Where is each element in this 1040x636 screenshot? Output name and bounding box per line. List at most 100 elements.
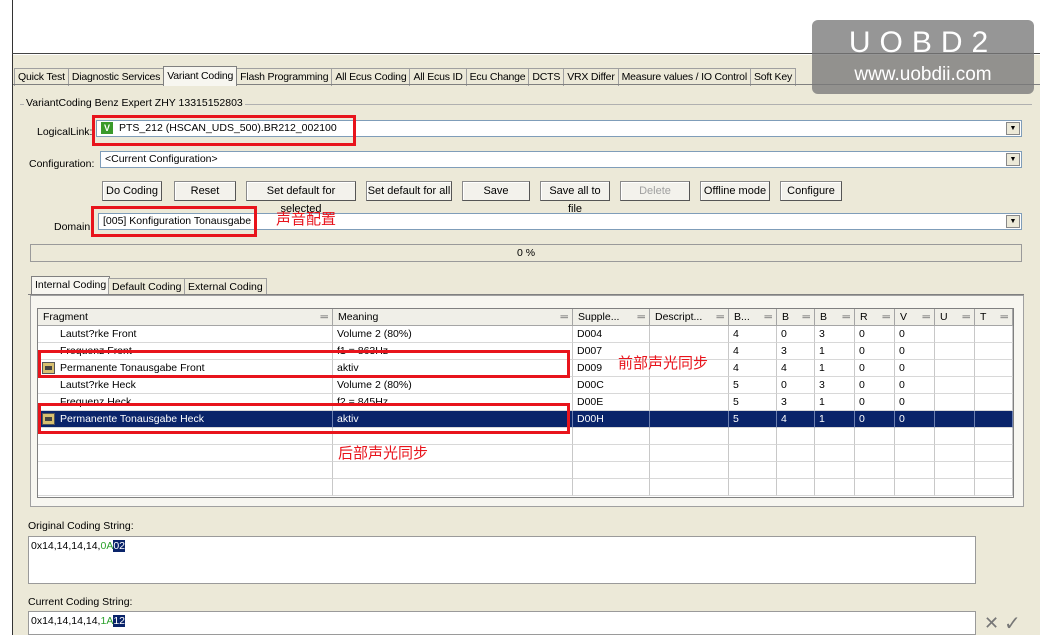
save-button[interactable]: Save (462, 181, 530, 201)
configuration-value: <Current Configuration> (105, 153, 218, 165)
tab-internal-coding[interactable]: Internal Coding (31, 276, 111, 295)
empty-row (38, 479, 1013, 496)
column-header-u[interactable]: U ═ (935, 309, 975, 326)
group-title: VariantCoding Benz Expert ZHY 1331515280… (24, 97, 245, 109)
set-default-selected-button[interactable]: Set default for selected (246, 181, 356, 215)
cell-description (650, 411, 729, 428)
annotation-box-rear (38, 403, 570, 434)
delete-button[interactable]: Delete (620, 181, 690, 201)
table-row[interactable]: Lautst?rke Heck Volume 2 (80%) D00C 5 0 3 0 0 (38, 377, 1013, 394)
current-coding-value: 0x14,14,14,14,1A12 (31, 615, 126, 627)
cell-b1: 4 (729, 360, 777, 377)
fragment-text: Lautst?rke Heck (60, 379, 136, 391)
annotation-rear: 后部声光同步 (338, 444, 429, 462)
chevron-down-icon[interactable]: ▼ (1006, 153, 1020, 166)
column-header-description[interactable]: Descript... ═ (650, 309, 729, 326)
cell-b1: 5 (729, 394, 777, 411)
offline-mode-button[interactable]: Offline mode (700, 181, 770, 201)
column-header-b1[interactable]: B... ═ (729, 309, 777, 326)
empty-cell (777, 462, 815, 479)
empty-cell (650, 462, 729, 479)
empty-cell (855, 428, 895, 445)
empty-cell (650, 428, 729, 445)
tab-variant-coding[interactable]: Variant Coding (163, 66, 238, 86)
cell-b3: 1 (815, 360, 855, 377)
empty-cell (935, 445, 975, 462)
empty-cell (975, 445, 1013, 462)
empty-cell (38, 462, 333, 479)
cell-u (935, 377, 975, 394)
watermark-logo: UOBD2 (848, 26, 998, 59)
empty-cell (895, 462, 935, 479)
empty-cell (573, 479, 650, 496)
column-header-fragment[interactable]: Fragment ═ (38, 309, 333, 326)
annotation-box-domain (91, 206, 257, 237)
empty-cell (573, 428, 650, 445)
configure-button[interactable]: Configure (780, 181, 842, 201)
fragment-text: Lautst?rke Front (60, 328, 137, 340)
cell-v: 0 (895, 394, 935, 411)
progress-text: 0 % (516, 247, 536, 259)
original-coding-field[interactable]: 0x14,14,14,14,0A02 (28, 536, 976, 584)
logical-link-label: LogicalLink: (37, 126, 93, 138)
cell-b1: 4 (729, 343, 777, 360)
do-coding-button[interactable]: Do Coding (102, 181, 162, 201)
column-header-meaning[interactable]: Meaning ═ (333, 309, 573, 326)
column-header-t[interactable]: T ═ (975, 309, 1013, 326)
cell-r: 0 (855, 326, 895, 343)
empty-cell (38, 445, 333, 462)
reset-button[interactable]: Reset (174, 181, 236, 201)
empty-cell (777, 445, 815, 462)
tab-external-coding[interactable]: External Coding (184, 278, 267, 295)
cell-meaning: Volume 2 (80%) (333, 326, 573, 343)
set-default-all-button[interactable]: Set default for all (366, 181, 452, 201)
cell-u (935, 343, 975, 360)
column-header-r[interactable]: R ═ (855, 309, 895, 326)
cell-b2: 3 (777, 394, 815, 411)
annotation-box-front (38, 350, 570, 378)
cell-b1: 5 (729, 411, 777, 428)
chevron-down-icon[interactable]: ▼ (1006, 215, 1020, 228)
empty-cell (855, 479, 895, 496)
check-icon[interactable]: ✓ (1004, 611, 1021, 636)
cell-meaning: Volume 2 (80%) (333, 377, 573, 394)
empty-cell (975, 479, 1013, 496)
cell-b2: 4 (777, 360, 815, 377)
current-coding-label: Current Coding String: (28, 596, 133, 608)
cell-u (935, 394, 975, 411)
save-all-button[interactable]: Save all to file (540, 181, 610, 215)
cancel-icon[interactable]: ✕ (984, 613, 999, 634)
cell-u (935, 326, 975, 343)
cell-b2: 4 (777, 411, 815, 428)
cell-v: 0 (895, 411, 935, 428)
cell-v: 0 (895, 326, 935, 343)
tab-default-coding[interactable]: Default Coding (108, 278, 186, 295)
original-coding-value: 0x14,14,14,14,0A02 (31, 540, 126, 552)
empty-cell (333, 479, 573, 496)
empty-cell (895, 428, 935, 445)
cell-t (975, 411, 1013, 428)
table-row[interactable]: Lautst?rke Front Volume 2 (80%) D004 4 0 3 0 0 (38, 326, 1013, 343)
column-header-v[interactable]: V ═ (895, 309, 935, 326)
column-header-supplement[interactable]: Supple... ═ (573, 309, 650, 326)
cell-b3: 3 (815, 326, 855, 343)
column-header-b2[interactable]: B ═ (777, 309, 815, 326)
cell-supplement: D00H (573, 411, 650, 428)
cell-u (935, 411, 975, 428)
column-header-b3[interactable]: B ═ (815, 309, 855, 326)
current-coding-field[interactable]: 0x14,14,14,14,1A12 (28, 611, 976, 635)
chevron-down-icon[interactable]: ▼ (1006, 122, 1020, 135)
cell-t (975, 343, 1013, 360)
empty-cell (975, 428, 1013, 445)
cell-b1: 5 (729, 377, 777, 394)
cell-b2: 0 (777, 326, 815, 343)
empty-cell (855, 445, 895, 462)
cell-supplement: D00C (573, 377, 650, 394)
empty-cell (38, 479, 333, 496)
empty-cell (815, 479, 855, 496)
configuration-select[interactable]: <Current Configuration> ▼ (100, 151, 1022, 168)
empty-cell (935, 462, 975, 479)
empty-cell (777, 479, 815, 496)
annotation-domain: 声音配置 (276, 210, 337, 228)
cell-b3: 1 (815, 411, 855, 428)
